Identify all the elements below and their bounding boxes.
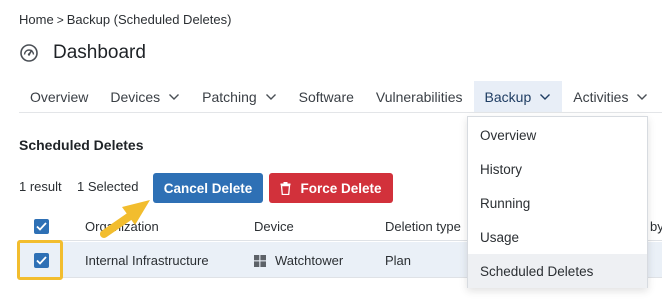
tab-vulnerabilities[interactable]: Vulnerabilities xyxy=(365,81,474,112)
cell-device: Watchtower xyxy=(254,253,343,268)
result-count: 1 result xyxy=(19,179,62,194)
menu-item-scheduled-deletes[interactable]: Scheduled Deletes xyxy=(468,254,647,288)
column-header-partial: by xyxy=(650,219,662,234)
section-title: Scheduled Deletes xyxy=(19,137,144,153)
arrow-icon xyxy=(100,200,150,238)
tab-label: Patching xyxy=(202,88,257,105)
tab-label: Vulnerabilities xyxy=(375,88,463,105)
cancel-delete-button[interactable]: Cancel Delete xyxy=(153,173,263,203)
tab-devices[interactable]: Devices xyxy=(99,81,191,112)
menu-item-running[interactable]: Running xyxy=(468,186,647,220)
breadcrumb-current: Backup (Scheduled Deletes) xyxy=(66,12,232,27)
trash-icon xyxy=(280,181,291,195)
column-header-deletion-type[interactable]: Deletion type xyxy=(385,219,461,234)
cancel-delete-label: Cancel Delete xyxy=(163,180,253,196)
cell-organization: Internal Infrastructure xyxy=(85,253,209,268)
tab-backup[interactable]: Backup xyxy=(473,81,563,112)
column-header-device[interactable]: Device xyxy=(254,219,294,234)
highlight-box xyxy=(17,240,63,280)
breadcrumb-home[interactable]: Home xyxy=(19,12,54,27)
title-row: Dashboard xyxy=(19,42,146,64)
tab-overview[interactable]: Overview xyxy=(19,81,99,112)
breadcrumb-separator: > xyxy=(56,12,64,27)
chevron-down-icon xyxy=(168,93,180,101)
select-all-checkbox[interactable] xyxy=(34,219,49,234)
menu-item-usage[interactable]: Usage xyxy=(468,220,647,254)
breadcrumb: Home > Backup (Scheduled Deletes) xyxy=(19,12,231,27)
tab-label: Backup xyxy=(484,88,532,105)
check-icon xyxy=(36,222,47,231)
chevron-down-icon xyxy=(636,93,648,101)
device-name[interactable]: Watchtower xyxy=(275,253,343,268)
menu-item-overview[interactable]: Overview xyxy=(468,118,647,152)
tab-label: Overview xyxy=(30,88,89,105)
chevron-down-icon xyxy=(539,93,551,101)
selected-count: 1 Selected xyxy=(77,179,139,194)
force-delete-button[interactable]: Force Delete xyxy=(269,173,393,203)
gauge-icon xyxy=(19,43,39,63)
backup-dropdown-menu: Overview History Running Usage Scheduled… xyxy=(467,116,648,288)
chevron-down-icon xyxy=(265,93,277,101)
page-title: Dashboard xyxy=(53,42,146,63)
cell-deletion-type: Plan xyxy=(385,253,412,268)
tab-patching[interactable]: Patching xyxy=(191,81,287,112)
tab-label: Software xyxy=(298,88,354,105)
tab-activities[interactable]: Activities xyxy=(562,81,659,112)
tab-bar: Overview Devices Patching Software Vulne… xyxy=(19,81,662,113)
windows-icon xyxy=(254,254,266,267)
menu-item-history[interactable]: History xyxy=(468,152,647,186)
tab-label: Devices xyxy=(110,88,161,105)
tab-label: Activities xyxy=(573,88,629,105)
tab-software[interactable]: Software xyxy=(288,81,365,112)
force-delete-label: Force Delete xyxy=(300,180,382,196)
